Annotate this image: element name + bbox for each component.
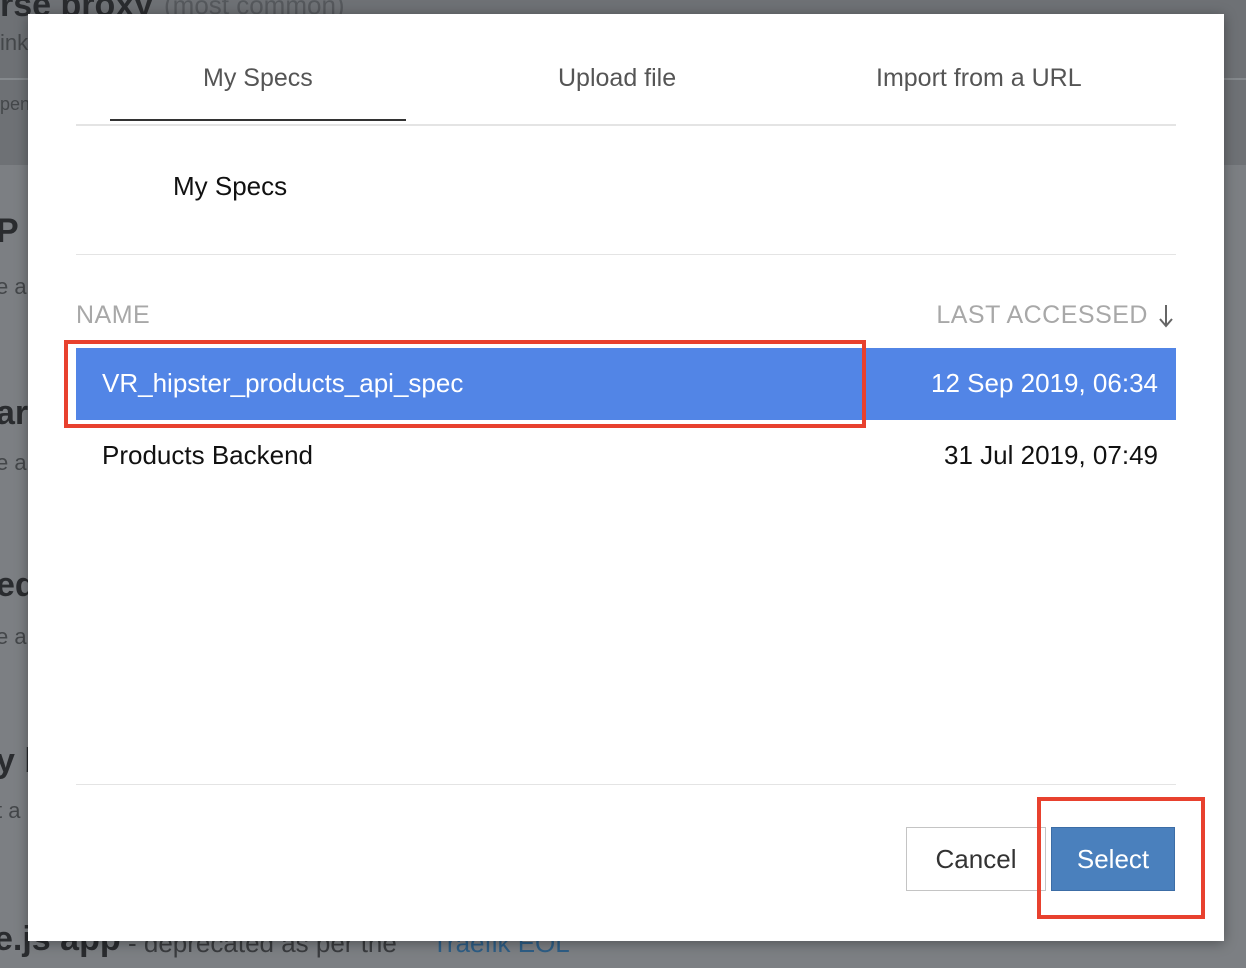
spec-row[interactable]: VR_hipster_products_api_spec 12 Sep 2019… bbox=[76, 348, 1176, 420]
spec-picker-dialog: My Specs Upload file Import from a URL M… bbox=[28, 14, 1224, 941]
column-header-last-accessed-label: LAST ACCESSED bbox=[936, 301, 1148, 329]
background-heading: ar bbox=[0, 394, 29, 432]
select-button[interactable]: Select bbox=[1051, 827, 1175, 891]
footer-divider bbox=[76, 784, 1176, 785]
tab-bar: My Specs Upload file Import from a URL bbox=[76, 14, 1176, 126]
column-header-last-accessed[interactable]: LAST ACCESSED bbox=[936, 301, 1176, 330]
background-text: e a bbox=[0, 624, 27, 649]
cancel-button[interactable]: Cancel bbox=[906, 827, 1046, 891]
background-text: e a bbox=[0, 450, 27, 475]
spec-row-last-accessed: 31 Jul 2019, 07:49 bbox=[944, 440, 1158, 470]
spec-row[interactable]: Products Backend 31 Jul 2019, 07:49 bbox=[76, 420, 1176, 492]
section-title: My Specs bbox=[173, 171, 288, 201]
tab-my-specs[interactable]: My Specs bbox=[203, 64, 313, 93]
background-text: pen bbox=[0, 94, 31, 114]
section-divider bbox=[76, 254, 1176, 255]
background-text: e a bbox=[0, 274, 27, 299]
spec-row-last-accessed: 12 Sep 2019, 06:34 bbox=[931, 368, 1158, 398]
spec-row-name: Products Backend bbox=[102, 440, 314, 470]
active-tab-indicator bbox=[110, 119, 406, 121]
column-header-name[interactable]: NAME bbox=[76, 301, 150, 330]
background-text: ink bbox=[0, 30, 29, 55]
tab-upload-file[interactable]: Upload file bbox=[558, 64, 676, 93]
spec-row-name: VR_hipster_products_api_spec bbox=[102, 368, 464, 398]
arrow-down-icon bbox=[1159, 304, 1173, 328]
tab-import-from-url[interactable]: Import from a URL bbox=[876, 64, 1082, 93]
background-text: t a bbox=[0, 798, 21, 823]
